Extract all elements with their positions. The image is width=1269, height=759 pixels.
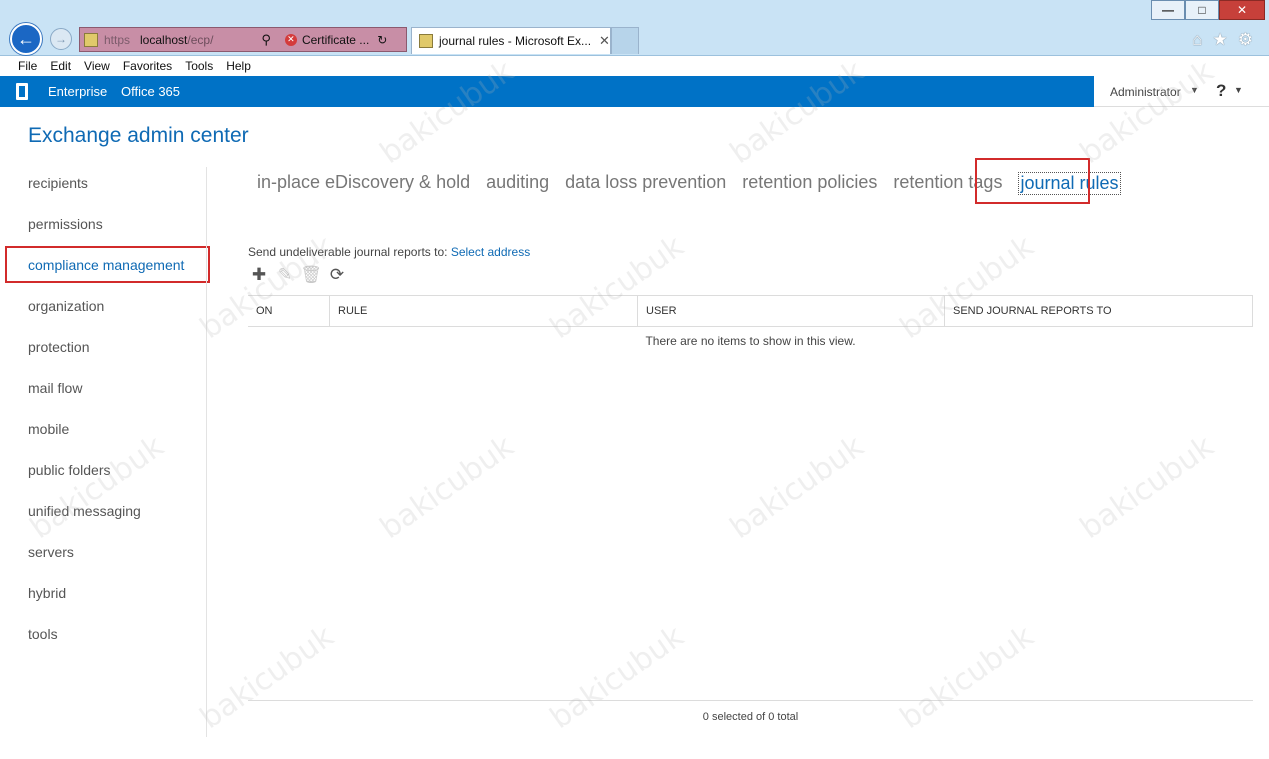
menu-favorites[interactable]: Favorites <box>123 59 172 73</box>
back-arrow-icon[interactable]: ← <box>10 23 42 55</box>
selection-status: 0 selected of 0 total <box>702 711 799 723</box>
browser-chrome: — □ ✕ ← → https localhost/ecp/ ⚲ ✕ Certi… <box>0 0 1269 56</box>
sidebar-item-servers[interactable]: servers <box>28 544 74 560</box>
list-footer-divider <box>248 700 1253 701</box>
add-icon[interactable]: ✚ <box>248 264 270 286</box>
site-favicon-icon <box>84 32 98 47</box>
sidebar-item-public-folders[interactable]: public folders <box>28 462 111 478</box>
window-controls: — □ ✕ <box>1151 0 1265 20</box>
sidebar-item-tools[interactable]: tools <box>28 626 58 642</box>
sidebar-item-recipients[interactable]: recipients <box>28 175 88 191</box>
home-icon[interactable]: ⌂ <box>1192 30 1202 50</box>
address-bar[interactable]: https localhost/ecp/ ⚲ ✕ Certificate ...… <box>79 27 407 52</box>
sidebar-item-protection[interactable]: protection <box>28 339 89 355</box>
minimize-icon[interactable]: — <box>1151 0 1185 20</box>
watermark-text: bakicubuk <box>543 228 691 347</box>
forward-arrow-icon[interactable]: → <box>50 28 72 50</box>
list-toolbar: ✚ ✎ 🗑 ⟳ <box>248 264 348 286</box>
watermark-text: bakicubuk <box>373 428 521 547</box>
favorites-star-icon[interactable]: ★ <box>1213 30 1228 50</box>
chevron-down-icon[interactable]: ▼ <box>1234 85 1243 95</box>
browser-icons: ⌂ ★ ⚙ <box>1192 30 1253 50</box>
column-header-rule[interactable]: RULE <box>329 296 637 326</box>
undeliverable-label: Send undeliverable journal reports to: <box>248 245 448 259</box>
settings-gear-icon[interactable]: ⚙ <box>1238 30 1253 50</box>
topnav-enterprise[interactable]: Enterprise <box>48 84 107 99</box>
maximize-icon[interactable]: □ <box>1185 0 1219 20</box>
watermark-text: bakicubuk <box>1073 428 1221 547</box>
user-menu[interactable]: Administrator <box>1110 85 1181 99</box>
tab-close-icon[interactable]: ✕ <box>599 33 610 49</box>
sidebar-item-hybrid[interactable]: hybrid <box>28 585 66 601</box>
page-title: Exchange admin center <box>28 124 249 147</box>
certificate-error-icon[interactable]: ✕ <box>284 33 297 46</box>
column-header-user[interactable]: USER <box>637 296 944 326</box>
empty-list-message: There are no items to show in this view. <box>645 334 856 348</box>
edit-pencil-icon[interactable]: ✎ <box>274 264 296 286</box>
sidebar-item-permissions[interactable]: permissions <box>28 216 103 232</box>
menu-file[interactable]: File <box>18 59 37 73</box>
help-icon[interactable]: ? <box>1216 81 1226 101</box>
new-tab-button[interactable] <box>611 27 639 54</box>
tab-in-place-ediscovery[interactable]: in-place eDiscovery & hold <box>257 172 470 195</box>
tab-favicon-icon <box>419 34 433 48</box>
chevron-down-icon[interactable]: ▼ <box>1190 85 1199 95</box>
search-icon[interactable]: ⚲ <box>261 32 271 48</box>
annotation-highlight-sidebar <box>5 246 210 283</box>
certificate-error-label[interactable]: Certificate ... <box>302 33 369 47</box>
browser-menubar: File Edit View Favorites Tools Help <box>0 56 1269 76</box>
column-header-on[interactable]: ON <box>248 296 329 326</box>
undeliverable-reports-row: Send undeliverable journal reports to: S… <box>248 245 530 259</box>
tab-title: journal rules - Microsoft Ex... <box>439 34 592 48</box>
menu-view[interactable]: View <box>84 59 110 73</box>
tab-data-loss-prevention[interactable]: data loss prevention <box>565 172 726 195</box>
tab-retention-policies[interactable]: retention policies <box>742 172 877 195</box>
journal-rules-table-header: ON RULE USER SEND JOURNAL REPORTS TO <box>248 295 1253 327</box>
refresh-icon[interactable]: ↻ <box>377 33 387 47</box>
column-header-send-journal-reports-to[interactable]: SEND JOURNAL REPORTS TO <box>944 296 1252 326</box>
sidebar-item-organization[interactable]: organization <box>28 298 104 314</box>
close-window-icon[interactable]: ✕ <box>1219 0 1265 20</box>
sidebar-item-mobile[interactable]: mobile <box>28 421 69 437</box>
menu-help[interactable]: Help <box>226 59 251 73</box>
user-area: Administrator ▼ ? ▼ <box>1094 76 1269 107</box>
sidebar-item-unified-messaging[interactable]: unified messaging <box>28 503 141 519</box>
tab-auditing[interactable]: auditing <box>486 172 549 195</box>
watermark-text: bakicubuk <box>23 428 171 547</box>
office-top-bar: Enterprise Office 365 Administrator ▼ ? … <box>0 76 1269 107</box>
refresh-icon[interactable]: ⟳ <box>326 264 348 286</box>
annotation-highlight-tab <box>975 158 1090 204</box>
menu-edit[interactable]: Edit <box>50 59 71 73</box>
topnav-office365[interactable]: Office 365 <box>121 84 180 99</box>
browser-tab-active[interactable]: journal rules - Microsoft Ex... ✕ <box>411 27 611 54</box>
address-path: /ecp/ <box>187 32 214 47</box>
address-host: localhost <box>140 32 188 47</box>
watermark-text: bakicubuk <box>893 228 1041 347</box>
address-protocol: https <box>104 32 131 47</box>
watermark-text: bakicubuk <box>723 428 871 547</box>
menu-tools[interactable]: Tools <box>185 59 213 73</box>
office-logo-icon[interactable] <box>16 83 28 100</box>
sidebar-item-mail-flow[interactable]: mail flow <box>28 380 82 396</box>
sidebar-divider <box>206 167 207 737</box>
select-address-link[interactable]: Select address <box>451 245 530 259</box>
delete-trash-icon[interactable]: 🗑 <box>300 264 322 286</box>
